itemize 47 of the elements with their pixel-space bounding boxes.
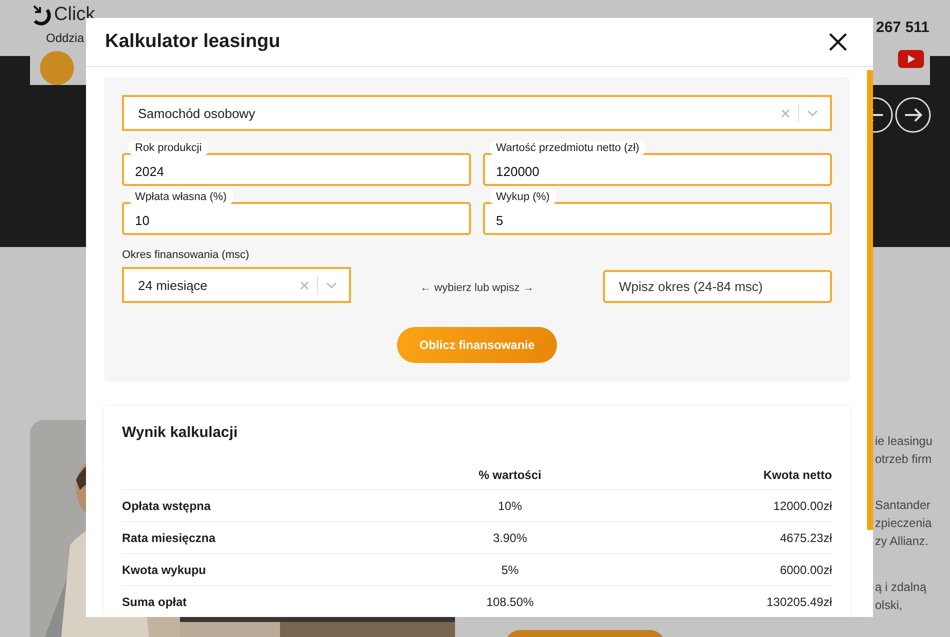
field-label: Wykup (%): [490, 190, 556, 204]
logo[interactable]: Click: [54, 4, 96, 26]
column-header: Kwota netto: [763, 468, 832, 482]
table-cell: 130205.49zł: [766, 594, 832, 608]
field-label: Wpłata własna (%): [129, 190, 233, 204]
result-title: Wynik kalkulacji: [122, 424, 238, 441]
video-icon[interactable]: [898, 50, 924, 68]
avatar-icon: [40, 51, 74, 85]
row-label: Suma opłat: [122, 594, 187, 608]
body-text: zy Allianz.: [875, 533, 930, 550]
table-cell: 108.50%: [486, 594, 534, 608]
field-label: Rok produkcji: [129, 141, 208, 155]
period-input[interactable]: Wpisz okres (24-84 msc): [603, 270, 832, 303]
period-select[interactable]: 24 miesiące: [122, 267, 351, 303]
row-label: Rata miesięczna: [122, 530, 216, 544]
table-cell: 4675.23zł: [780, 530, 832, 544]
column-header: % wartości: [478, 468, 542, 482]
chevron-down-icon[interactable]: [326, 282, 337, 288]
field-label: Okres finansowania (msc): [122, 249, 250, 261]
body-text: olski,: [875, 597, 904, 614]
field-label: Wartość przedmiotu netto (zł): [490, 141, 646, 155]
close-icon[interactable]: [829, 33, 847, 51]
input-field[interactable]: 5: [483, 202, 832, 235]
row-label: Opłata wstępna: [122, 498, 211, 512]
vehicle-select[interactable]: Samochód osobowy: [122, 95, 832, 131]
clear-icon[interactable]: [300, 280, 309, 290]
scrollbar[interactable]: [867, 70, 873, 530]
dialog-title: Kalkulator leasingu: [105, 31, 280, 53]
body-text: zpieczenia: [875, 515, 932, 532]
table-cell: 6000.00zł: [780, 562, 832, 576]
phone-number: 267 511: [876, 19, 930, 36]
table-cell: 10%: [498, 498, 522, 512]
body-text: Santander: [875, 497, 932, 514]
input-field[interactable]: 120000: [483, 153, 832, 186]
input-field[interactable]: 2024: [122, 153, 471, 186]
nav-link[interactable]: Oddzia: [46, 31, 84, 45]
table-cell: 5%: [501, 562, 519, 576]
table-cell: 3.90%: [492, 530, 528, 544]
table-cell: 12000.00zł: [773, 498, 832, 512]
body-text: ie leasingu: [875, 433, 932, 450]
input-field[interactable]: 10: [122, 202, 471, 235]
hint-text: ← wybierz lub wpisz →: [419, 281, 535, 294]
body-text: ą i zdalną: [875, 579, 928, 596]
clear-icon[interactable]: [781, 108, 790, 118]
chevron-down-icon[interactable]: [807, 110, 818, 116]
body-text: otrzeb firm: [875, 451, 932, 468]
row-label: Kwota wykupu: [122, 562, 206, 576]
